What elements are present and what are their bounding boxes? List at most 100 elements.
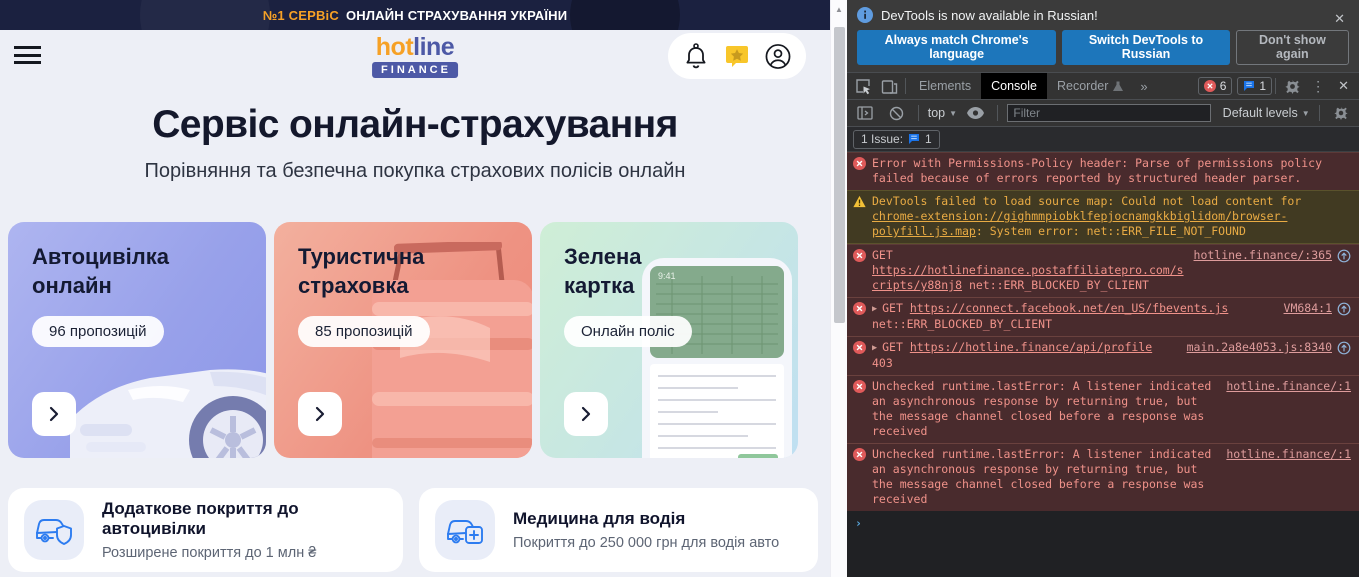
- infobar-close-icon[interactable]: ✕: [1334, 11, 1345, 27]
- log-levels-selector[interactable]: Default levels ▼: [1223, 106, 1310, 120]
- initiator-icon[interactable]: [1337, 249, 1351, 263]
- info-card-driver-medicine[interactable]: Медицина для водія Покриття до 250 000 г…: [419, 488, 818, 572]
- switch-to-russian-button[interactable]: Switch DevTools to Russian: [1062, 30, 1230, 65]
- tab-recorder[interactable]: Recorder: [1047, 73, 1133, 99]
- site-header: hotline FINANCE: [0, 30, 830, 82]
- eye-icon[interactable]: [963, 100, 988, 126]
- devtools-panel: DevTools is now available in Russian! ✕ …: [847, 0, 1359, 577]
- issue-bubble-icon: [909, 133, 920, 144]
- infobar-message: DevTools is now available in Russian!: [881, 7, 1098, 23]
- issue-bubble-icon: [1244, 81, 1255, 91]
- tab-console[interactable]: Console: [981, 73, 1047, 99]
- info-icon: [857, 7, 873, 23]
- console-settings-gear-icon[interactable]: [1329, 100, 1354, 126]
- device-toolbar-icon[interactable]: [876, 73, 902, 99]
- logo-text: hotline: [375, 33, 455, 61]
- console-message-text: Unchecked runtime.lastError: A listener …: [872, 379, 1212, 438]
- card-arrow-button[interactable]: [298, 392, 342, 436]
- dont-show-again-button[interactable]: Don't show again: [1235, 30, 1349, 65]
- notifications-bell-icon[interactable]: [683, 43, 709, 69]
- hamburger-menu-icon[interactable]: [14, 46, 41, 66]
- expand-arrow-icon[interactable]: ▶: [872, 341, 877, 356]
- info-card-subtitle: Розширене покриття до 1 млн ₴: [102, 545, 317, 561]
- chevron-down-icon: ▼: [949, 108, 958, 118]
- console-message: ▶ GET https://hotline.finance/api/profile…: [847, 336, 1359, 375]
- console-source-link[interactable]: hotline.finance/:365: [1194, 248, 1332, 263]
- devtools-menu-kebab-icon[interactable]: ⋮: [1305, 78, 1331, 95]
- inspect-element-icon[interactable]: [850, 73, 876, 99]
- match-language-button[interactable]: Always match Chrome's language: [857, 30, 1057, 65]
- info-card-extra-coverage[interactable]: Додаткове покриття до автоцивілки Розшир…: [8, 488, 403, 572]
- console-message-text: ▶ GET https://connect.facebook.net/en_US/…: [872, 301, 1229, 331]
- error-count-badge[interactable]: 6: [1197, 77, 1233, 95]
- scrollbar-thumb[interactable]: [834, 27, 845, 323]
- console-message: GET https://hotlinefinance.postaffiliate…: [847, 244, 1359, 297]
- devtools-infobar: DevTools is now available in Russian! ✕ …: [847, 0, 1359, 73]
- banner-text: ОНЛАЙН СТРАХУВАННЯ УКРАЇНИ: [345, 7, 568, 23]
- console-message: ▶ GET https://connect.facebook.net/en_US/…: [847, 297, 1359, 336]
- card-green-card[interactable]: 9:41 Зелена картка Онлайн поліс: [540, 222, 798, 458]
- console-prompt[interactable]: ›: [847, 511, 1359, 536]
- scroll-up-icon[interactable]: ▲: [831, 0, 847, 14]
- console-message-text: GET https://hotlinefinance.postaffiliate…: [872, 248, 1184, 292]
- error-icon: [853, 249, 866, 262]
- card-arrow-button[interactable]: [32, 392, 76, 436]
- initiator-icon[interactable]: [1337, 341, 1351, 355]
- reviews-star-icon[interactable]: [724, 43, 750, 69]
- site-scrollbar[interactable]: ▲: [830, 0, 847, 577]
- chevron-down-icon: ▼: [1301, 108, 1310, 118]
- console-source-link[interactable]: VM684:1: [1284, 301, 1332, 316]
- issues-count-badge[interactable]: 1: [1237, 77, 1273, 95]
- product-cards: Автоцивілка онлайн 96 пропозицій Туристи…: [8, 222, 798, 458]
- info-card-text: Медицина для водія Покриття до 250 000 г…: [513, 509, 779, 551]
- settings-gear-icon[interactable]: [1279, 73, 1305, 99]
- info-card-subtitle: Покриття до 250 000 грн для водія авто: [513, 535, 780, 551]
- online-policy-badge: Онлайн поліс: [564, 316, 692, 347]
- issues-bar: 1 Issue: 1: [847, 127, 1359, 152]
- error-icon: [853, 157, 866, 170]
- offers-count-badge: 85 пропозицій: [298, 316, 430, 347]
- phone-policy-illustration: 9:41: [642, 258, 792, 458]
- console-message-text: DevTools failed to load source map: Coul…: [872, 194, 1302, 238]
- devtools-tabbar: Elements Console Recorder » 6 1 ⋮ ✕: [847, 73, 1359, 100]
- console-link[interactable]: https://connect.facebook.net/en_US/fbeve…: [910, 301, 1229, 315]
- console-message: Unchecked runtime.lastError: A listener …: [847, 375, 1359, 443]
- initiator-icon[interactable]: [1337, 302, 1351, 316]
- prompt-chevron-icon: ›: [855, 516, 862, 530]
- issues-chip[interactable]: 1 Issue: 1: [853, 129, 940, 149]
- console-message: Unchecked runtime.lastError: A listener …: [847, 443, 1359, 511]
- console-message-text: Unchecked runtime.lastError: A listener …: [872, 447, 1212, 506]
- header-icon-pill: [668, 33, 806, 79]
- expand-arrow-icon[interactable]: ▶: [872, 302, 877, 317]
- console-source-link[interactable]: hotline.finance/:1: [1226, 379, 1351, 394]
- card-auto-insurance[interactable]: Автоцивілка онлайн 96 пропозицій: [8, 222, 266, 458]
- phone-time: 9:41: [658, 271, 676, 281]
- card-title: Автоцивілка онлайн: [32, 244, 169, 299]
- console-message: DevTools failed to load source map: Coul…: [847, 190, 1359, 244]
- banner-highlight: №1 СЕРВіС: [262, 7, 339, 23]
- console-sidebar-icon[interactable]: [852, 100, 877, 126]
- card-travel-insurance[interactable]: Туристична страховка 85 пропозицій: [274, 222, 532, 458]
- card-arrow-button[interactable]: [564, 392, 608, 436]
- console-link[interactable]: https://hotline.finance/api/profile: [910, 340, 1152, 354]
- console-source-link[interactable]: main.2a8e4053.js:8340: [1187, 340, 1332, 355]
- page-subtitle: Порівняння та безпечна покупка страхових…: [144, 160, 686, 182]
- profile-icon[interactable]: [765, 43, 791, 69]
- screen: №1 СЕРВіС ОНЛАЙН СТРАХУВАННЯ УКРАЇНИ hot…: [0, 0, 1359, 577]
- console-filter-input[interactable]: [1007, 104, 1211, 122]
- clear-console-icon[interactable]: [883, 100, 908, 126]
- hotline-finance-site: №1 СЕРВіС ОНЛАЙН СТРАХУВАННЯ УКРАЇНИ hot…: [0, 0, 847, 577]
- devtools-close-icon[interactable]: ✕: [1331, 78, 1356, 94]
- more-tabs-icon[interactable]: »: [1133, 79, 1154, 94]
- hotline-finance-logo[interactable]: hotline FINANCE: [372, 35, 458, 78]
- card-title: Зелена картка: [564, 244, 642, 299]
- error-icon: [853, 448, 866, 461]
- error-icon: [853, 302, 866, 315]
- console-source-link[interactable]: hotline.finance/:1: [1226, 447, 1351, 462]
- tab-elements[interactable]: Elements: [909, 73, 981, 99]
- car-medical-icon: [435, 500, 495, 560]
- error-icon: [853, 341, 866, 354]
- error-icon: [853, 380, 866, 393]
- card-title: Туристична страховка: [298, 244, 425, 299]
- context-selector[interactable]: top ▼: [928, 106, 957, 120]
